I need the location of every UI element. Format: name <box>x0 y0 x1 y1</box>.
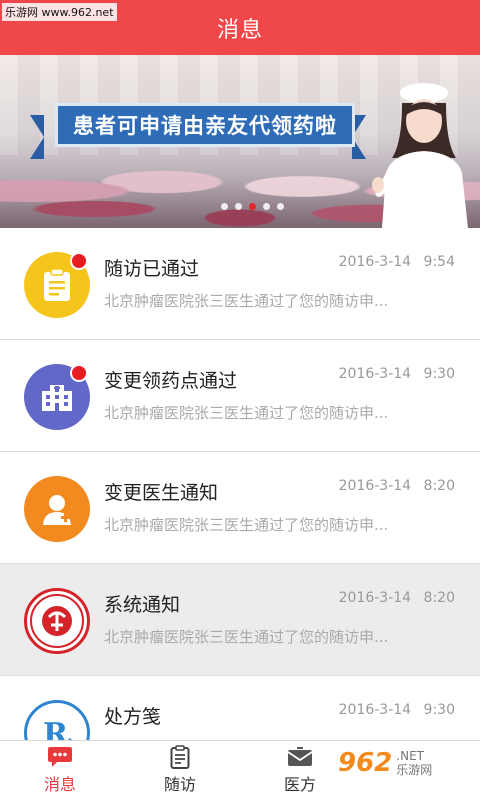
watermark-top: 乐游网 www.962.net <box>2 3 117 21</box>
message-timestamp: 2016-3-14 9:54 <box>339 254 455 270</box>
tab-label: 消息 <box>43 775 76 794</box>
ribbon-tail-left <box>30 115 44 159</box>
message-preview: 北京肿瘤医院张三医生通过了您的随访申... <box>104 404 389 422</box>
clipboard-icon <box>167 745 193 769</box>
message-title: 变更医生通知 <box>104 482 219 504</box>
message-date: 2016-3-14 <box>338 702 412 718</box>
message-item[interactable]: 变更医生通知 2016-3-14 8:20 北京肿瘤医院张三医生通过了您的随访申… <box>0 452 480 564</box>
message-title: 系统通知 <box>104 594 181 616</box>
message-title: 随访已通过 <box>104 258 200 280</box>
svg-text:R: R <box>43 717 69 740</box>
watermark-text: .NET 乐游网 <box>396 749 432 777</box>
message-item-highlighted[interactable]: 系统通知 2016-3-14 8:20 北京肿瘤医院张三医生通过了您的随访申..… <box>0 564 480 676</box>
watermark-logo: 962 <box>338 748 393 778</box>
tab-messages[interactable]: 消息 <box>0 741 120 800</box>
charity-logo-icon <box>24 588 90 654</box>
page-title: 消息 <box>216 17 263 43</box>
tab-label: 随访 <box>163 775 196 794</box>
tab-label: 医方 <box>283 775 316 794</box>
chat-icon <box>47 746 73 768</box>
message-timestamp: 2016-3-14 9:30 <box>339 366 455 382</box>
message-date: 2016-3-14 <box>338 254 412 270</box>
watermark-site: 乐游网 <box>396 763 433 777</box>
unread-badge <box>70 252 88 270</box>
banner-headline: 患者可申请由亲友代领药啦 <box>55 103 355 147</box>
tab-followup[interactable]: 随访 <box>120 741 240 800</box>
message-list: 随访已通过 2016-3-14 9:54 北京肿瘤医院张三医生通过了您的随访申.… <box>0 228 480 740</box>
message-time: 8:20 <box>423 478 455 494</box>
message-time: 9:30 <box>423 366 455 382</box>
message-timestamp: 2016-3-14 9:30 <box>339 702 455 718</box>
message-item[interactable]: R 处方笺 2016-3-14 9:30 <box>0 676 480 740</box>
nurse-illustration <box>372 83 468 228</box>
envelope-icon <box>287 746 313 768</box>
message-date: 2016-3-14 <box>338 366 412 382</box>
message-preview: 北京肿瘤医院张三医生通过了您的随访申... <box>104 292 389 310</box>
message-time: 9:30 <box>423 702 455 718</box>
message-preview: 北京肿瘤医院张三医生通过了您的随访申... <box>104 628 389 646</box>
banner-pager[interactable] <box>221 203 284 210</box>
message-title: 处方笺 <box>104 706 162 728</box>
message-preview: 北京肿瘤医院张三医生通过了您的随访申... <box>104 516 389 534</box>
pager-dot-active[interactable] <box>249 203 256 210</box>
message-title: 变更领药点通过 <box>104 370 238 392</box>
watermark-bottom-right: 962 .NET 乐游网 <box>338 748 432 778</box>
watermark-net: .NET <box>396 749 424 763</box>
message-item[interactable]: 随访已通过 2016-3-14 9:54 北京肿瘤医院张三医生通过了您的随访申.… <box>0 228 480 340</box>
pager-dot[interactable] <box>263 203 270 210</box>
message-time: 8:20 <box>423 590 455 606</box>
promo-banner[interactable]: 患者可申请由亲友代领药啦 <box>0 55 480 228</box>
rx-icon: R <box>24 700 90 740</box>
message-timestamp: 2016-3-14 8:20 <box>339 478 455 494</box>
pager-dot[interactable] <box>235 203 242 210</box>
message-date: 2016-3-14 <box>338 478 412 494</box>
pager-dot[interactable] <box>221 203 228 210</box>
message-item[interactable]: 变更领药点通过 2016-3-14 9:30 北京肿瘤医院张三医生通过了您的随访… <box>0 340 480 452</box>
message-time: 9:54 <box>423 254 455 270</box>
unread-badge <box>70 364 88 382</box>
doctor-icon <box>24 476 90 542</box>
message-date: 2016-3-14 <box>338 590 412 606</box>
pager-dot[interactable] <box>277 203 284 210</box>
message-timestamp: 2016-3-14 8:20 <box>339 590 455 606</box>
